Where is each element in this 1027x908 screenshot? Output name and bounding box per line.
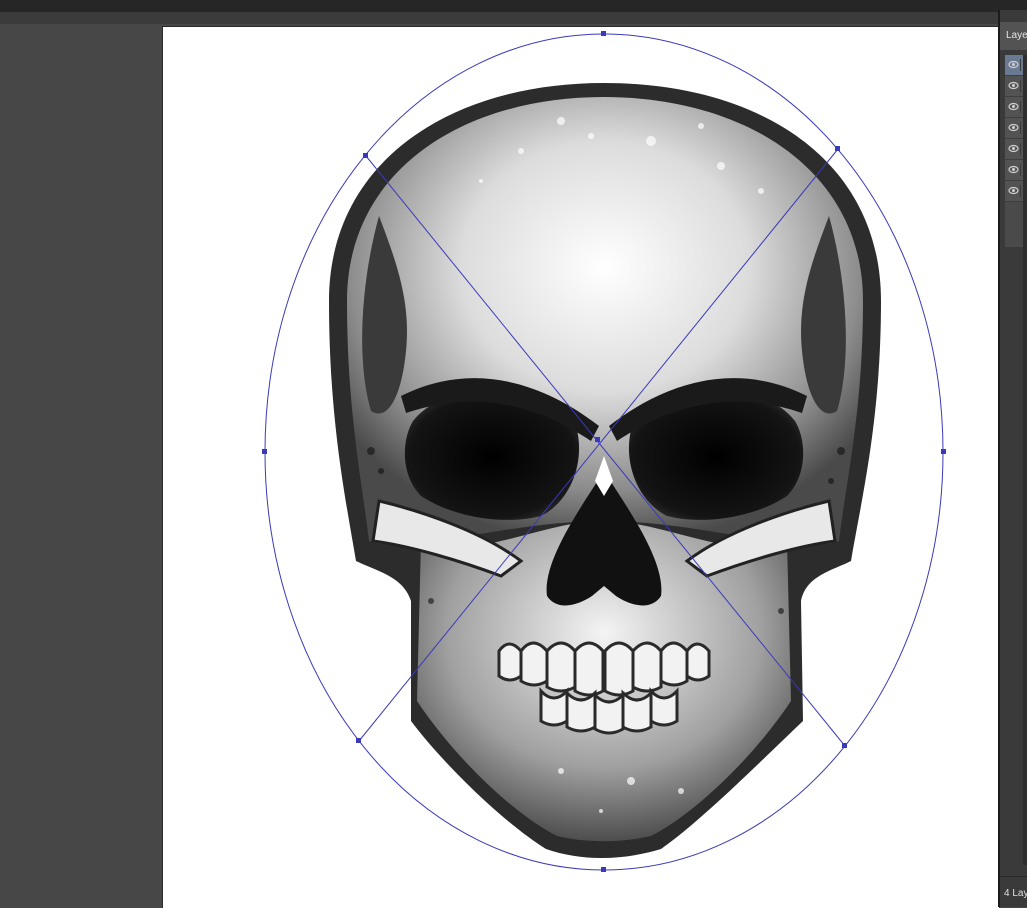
skull-artwork[interactable]	[163, 27, 999, 908]
layers-panel: Layers 4 Layers	[998, 10, 1027, 907]
artboard[interactable]	[162, 26, 999, 908]
eye-icon[interactable]	[1008, 59, 1021, 71]
eye-icon[interactable]	[1008, 185, 1021, 197]
eye-icon[interactable]	[1008, 101, 1021, 113]
eye-icon[interactable]	[1008, 143, 1021, 155]
layers-count: 4 Layers	[1000, 876, 1027, 907]
application-title-bar	[0, 0, 1027, 12]
control-bar	[0, 12, 1027, 24]
eye-icon[interactable]	[1008, 122, 1021, 134]
eye-icon[interactable]	[1008, 80, 1021, 92]
layers-tab[interactable]: Layers	[1000, 22, 1027, 50]
layers-scrollbar[interactable]	[1023, 55, 1027, 865]
eye-icon[interactable]	[1008, 164, 1021, 176]
